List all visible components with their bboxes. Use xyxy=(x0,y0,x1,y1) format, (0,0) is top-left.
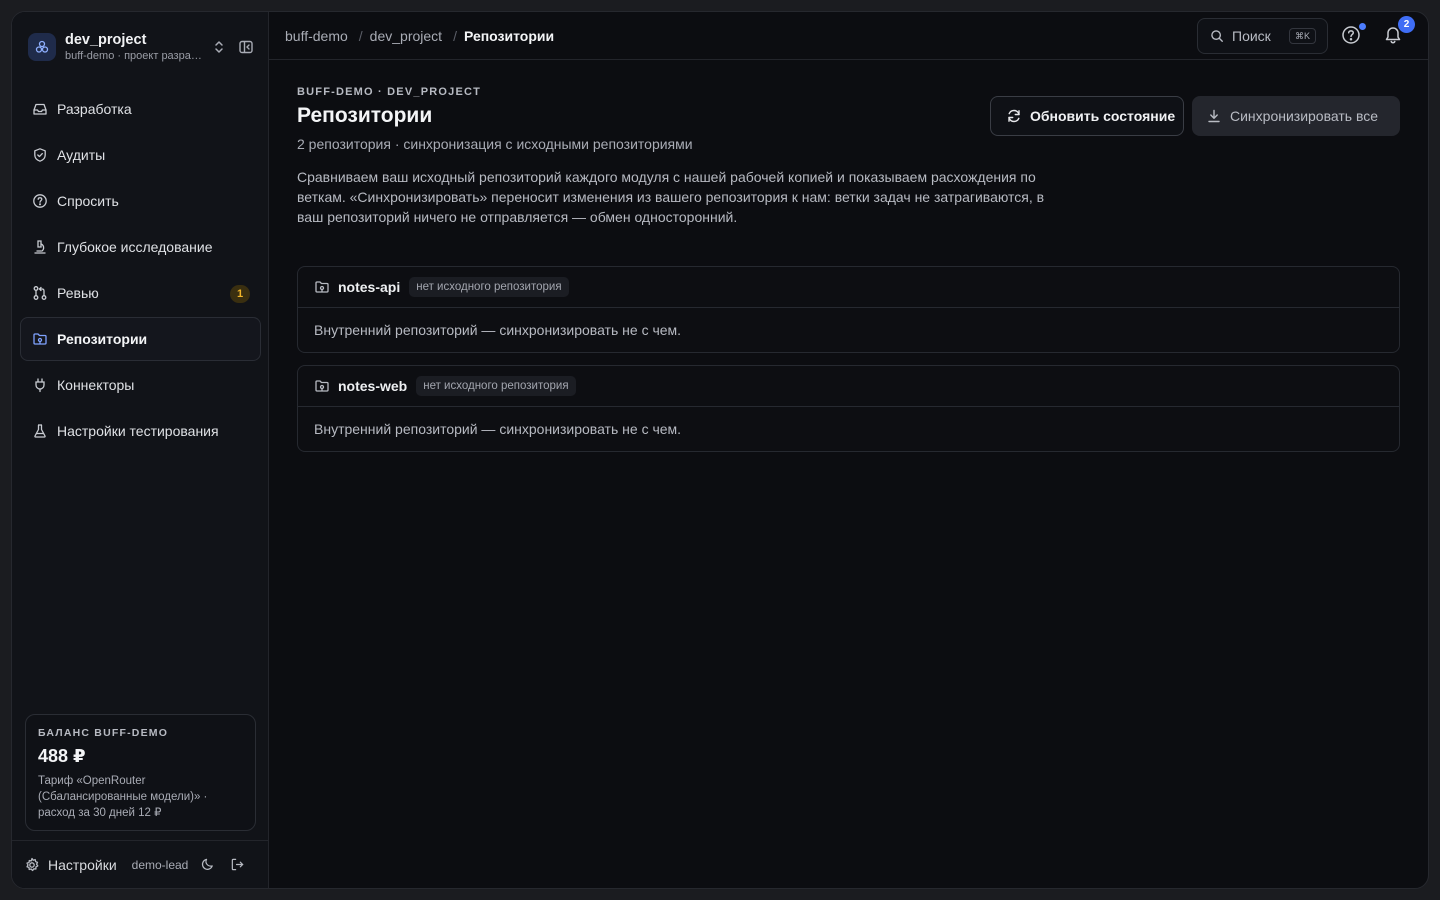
moon-icon[interactable] xyxy=(199,857,215,873)
page-description: Сравниваем ваш исходный репозиторий кажд… xyxy=(297,169,1045,225)
app-window: dev_project buff-demo · проект разработк… xyxy=(11,11,1429,889)
project-name: dev_project xyxy=(65,32,147,48)
refresh-icon xyxy=(1006,108,1022,124)
sidebar-item-review[interactable]: Ревью 1 xyxy=(20,271,261,315)
breadcrumb-separator: / xyxy=(358,27,363,44)
logout-icon[interactable] xyxy=(229,857,245,873)
repo-name: notes-api xyxy=(338,279,401,295)
sync-all-label: Синхронизировать все xyxy=(1230,108,1379,124)
sidebar-item-label: Коннекторы xyxy=(57,377,135,393)
sidebar-item-label: Глубокое исследование xyxy=(57,239,213,255)
settings-link[interactable]: Настройки xyxy=(48,857,117,873)
breadcrumb-separator: / xyxy=(453,27,457,44)
sidebar-footer: Настройки demo-lead xyxy=(12,840,268,888)
breadcrumb-org[interactable]: buff-demo xyxy=(285,28,348,44)
search-shortcut: ⌘K xyxy=(1288,28,1316,44)
question-icon xyxy=(32,193,48,209)
page-content: BUFF-DEMO · DEV_PROJECT Репозитории 2 ре… xyxy=(297,72,1400,452)
page-subtitle: 2 репозитория · синхронизация с исходным… xyxy=(297,136,693,152)
folder-git-icon xyxy=(32,331,48,347)
sidebar-item-test-settings[interactable]: Настройки тестирования xyxy=(20,409,261,453)
sidebar-nav: Разработка Аудиты Спросить Глубокое иссл… xyxy=(20,87,261,455)
download-icon xyxy=(1206,108,1222,124)
sidebar-item-audits[interactable]: Аудиты xyxy=(20,133,261,177)
notifications-button[interactable]: 2 xyxy=(1383,16,1415,49)
repo-message: Внутренний репозиторий — синхронизироват… xyxy=(314,322,682,338)
sidebar-item-label: Спросить xyxy=(57,193,119,209)
search-button[interactable]: Поиск ⌘K xyxy=(1197,18,1328,54)
gear-icon[interactable] xyxy=(24,857,40,873)
sync-all-button[interactable]: Синхронизировать все xyxy=(1192,96,1400,136)
review-count-badge: 1 xyxy=(230,285,250,303)
repo-message: Внутренний репозиторий — синхронизироват… xyxy=(314,421,682,437)
repo-card-header: notes-web нет исходного репозитория xyxy=(298,366,1399,407)
repo-status-tag: нет исходного репозитория xyxy=(416,376,576,396)
help-icon xyxy=(1341,26,1361,49)
folder-git-icon xyxy=(314,279,330,295)
sidebar-toggle-icon[interactable] xyxy=(236,37,256,57)
git-pull-request-icon xyxy=(32,285,48,301)
main-area: buff-demo / dev_project / Репозитории По… xyxy=(269,12,1428,888)
balance-amount: 488 ₽ xyxy=(38,746,86,766)
inbox-icon xyxy=(32,101,48,117)
sidebar-item-label: Разработка xyxy=(57,101,132,117)
search-label: Поиск xyxy=(1232,28,1271,44)
sidebar-item-connectors[interactable]: Коннекторы xyxy=(20,363,261,407)
notifications-count-badge: 2 xyxy=(1398,16,1415,33)
search-icon xyxy=(1210,29,1224,43)
project-switcher[interactable]: dev_project buff-demo · проект разработк… xyxy=(28,29,256,65)
repo-card: notes-web нет исходного репозитория Внут… xyxy=(297,365,1400,452)
topbar: buff-demo / dev_project / Репозитории По… xyxy=(269,12,1428,60)
project-subtitle: buff-demo · проект разработки xyxy=(65,50,203,62)
repo-card: notes-api нет исходного репозитория Внут… xyxy=(297,266,1400,353)
plug-icon xyxy=(32,377,48,393)
repo-status-tag: нет исходного репозитория xyxy=(409,277,569,297)
help-unread-dot xyxy=(1359,23,1366,30)
breadcrumb-current: Репозитории xyxy=(463,27,555,44)
balance-description: Тариф «OpenRouter (Сбалансированные моде… xyxy=(38,775,208,819)
sidebar-item-label: Ревью xyxy=(57,285,99,301)
sidebar-item-repositories[interactable]: Репозитории xyxy=(20,317,261,361)
chevrons-up-down-icon xyxy=(210,40,228,54)
sidebar-item-ask[interactable]: Спросить xyxy=(20,179,261,223)
balance-card: БАЛАНС BUFF-DEMO 488 ₽ Тариф «OpenRouter… xyxy=(25,714,256,831)
folder-git-icon xyxy=(314,378,330,394)
refresh-status-button[interactable]: Обновить состояние xyxy=(990,96,1184,136)
help-button[interactable] xyxy=(1341,23,1366,49)
breadcrumb-project[interactable]: dev_project xyxy=(370,28,442,44)
sidebar: dev_project buff-demo · проект разработк… xyxy=(12,12,269,888)
repo-name: notes-web xyxy=(338,378,408,394)
repo-card-header: notes-api нет исходного репозитория xyxy=(298,267,1399,308)
current-user: demo-lead xyxy=(131,857,189,872)
sidebar-item-label: Аудиты xyxy=(57,147,106,163)
sidebar-item-deep-research[interactable]: Глубокое исследование xyxy=(20,225,261,269)
sidebar-item-label: Настройки тестирования xyxy=(57,423,219,439)
shield-icon xyxy=(32,147,48,163)
bell-icon xyxy=(1383,27,1403,49)
refresh-status-label: Обновить состояние xyxy=(1030,108,1176,124)
balance-label: БАЛАНС BUFF-DEMO xyxy=(38,727,169,739)
flask-icon xyxy=(32,423,48,439)
project-logo-icon xyxy=(28,33,56,61)
sidebar-item-label: Репозитории xyxy=(57,331,148,347)
microscope-icon xyxy=(32,239,48,255)
sidebar-item-development[interactable]: Разработка xyxy=(20,87,261,131)
